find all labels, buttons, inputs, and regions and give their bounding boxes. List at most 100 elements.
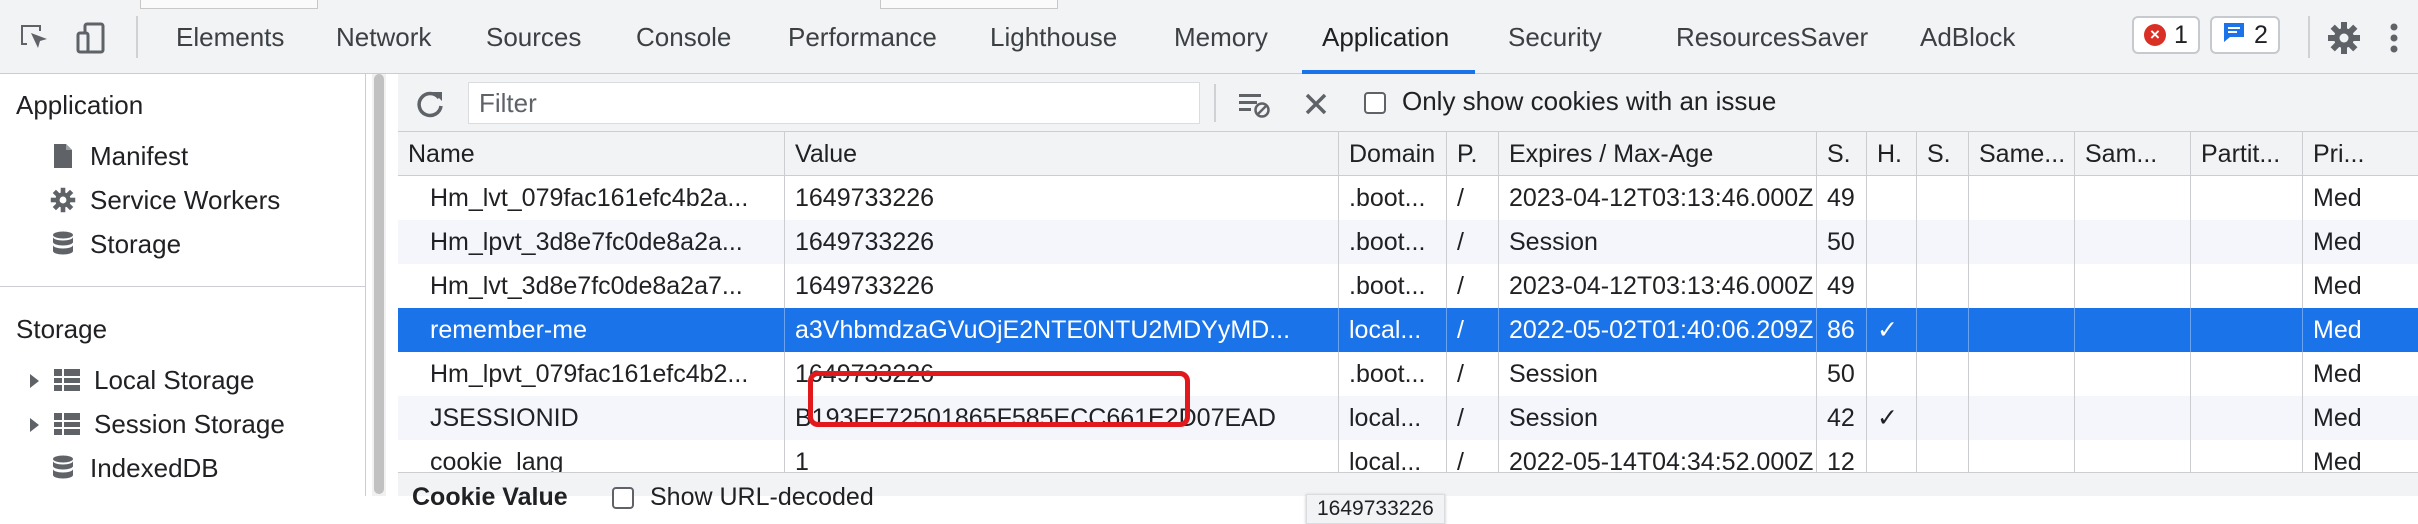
tab-security[interactable]: Security — [1508, 0, 1602, 73]
scrollbar-thumb[interactable] — [374, 74, 384, 494]
database-icon — [50, 455, 76, 481]
sidebar-item-indexeddb[interactable]: IndexedDB — [50, 448, 219, 488]
column-header-expires[interactable]: Expires / Max-Age — [1498, 132, 1816, 176]
sidebar-item-local-storage[interactable]: Local Storage — [28, 360, 254, 400]
cell-expires: Session — [1498, 220, 1816, 264]
cell-name: Hm_lpvt_3d8e7fc0de8a2a... — [430, 228, 743, 256]
cell-path: / — [1446, 220, 1498, 264]
cell-path: / — [1446, 440, 1498, 472]
cell-value: 1649733226 — [784, 352, 1338, 396]
only-issue-checkbox[interactable] — [1364, 92, 1386, 114]
column-header-http[interactable]: H. — [1866, 132, 1916, 176]
cell-value: a3VhbmdzaGVuOjE2NTE0NTU2MDYyMD... — [784, 308, 1338, 352]
tab-sources[interactable]: Sources — [486, 0, 581, 73]
table-header-row: Name Value Domain P. Expires / Max-Age S. H. S.… — [398, 132, 2418, 176]
column-header-priority[interactable]: Pri... — [2302, 132, 2418, 176]
cell-value: 1649733226 — [784, 264, 1338, 308]
cookies-toolbar: Only show cookies with an issue — [398, 74, 2418, 132]
table-row[interactable]: Hm_lvt_079fac161efc4b2a... 1649733226 .boo… — [398, 176, 2418, 220]
tab-resourcessaver[interactable]: ResourcesSaver — [1676, 0, 1868, 73]
sidebar-divider — [0, 286, 366, 287]
column-header-sameparty[interactable]: Sam... — [2074, 132, 2190, 176]
cell-size: 86 — [1816, 308, 1866, 352]
column-header-secure[interactable]: S. — [1916, 132, 1968, 176]
cell-priority: Med — [2302, 396, 2418, 440]
cell-sameparty — [2074, 440, 2190, 472]
error-count-badge[interactable]: × 1 — [2132, 16, 2200, 54]
column-header-name[interactable]: Name — [398, 132, 784, 176]
toolbar-divider — [1214, 84, 1216, 122]
cell-priority: Med — [2302, 176, 2418, 220]
column-header-path[interactable]: P. — [1446, 132, 1498, 176]
tab-memory[interactable]: Memory — [1174, 0, 1268, 73]
sidebar-item-service-workers[interactable]: Service Workers — [50, 180, 280, 220]
tab-adblock[interactable]: AdBlock — [1920, 0, 2015, 73]
show-url-decoded-label: Show URL-decoded — [650, 483, 874, 511]
cell-sameparty — [2074, 176, 2190, 220]
table-row[interactable]: Hm_lpvt_079fac161efc4b2... 1649733226 .boo… — [398, 352, 2418, 396]
sidebar-heading-storage: Storage — [16, 314, 108, 344]
tab-console[interactable]: Console — [636, 0, 731, 73]
cell-name: cookie_lang — [430, 448, 564, 472]
tab-elements[interactable]: Elements — [176, 0, 284, 73]
cell-samesite — [1968, 308, 2074, 352]
tab-performance[interactable]: Performance — [788, 0, 937, 73]
settings-gear-icon[interactable] — [2324, 18, 2364, 58]
message-count-badge[interactable]: 2 — [2210, 16, 2280, 54]
column-header-value[interactable]: Value — [784, 132, 1338, 176]
tab-network[interactable]: Network — [336, 0, 431, 73]
sidebar-item-session-storage[interactable]: Session Storage — [28, 404, 285, 444]
column-header-partition[interactable]: Partit... — [2190, 132, 2302, 176]
cookie-value-label: Cookie Value — [412, 483, 568, 511]
sidebar-item-storage[interactable]: Storage — [50, 224, 181, 264]
cell-secure — [1916, 176, 1968, 220]
cell-domain: .boot... — [1338, 220, 1446, 264]
cell-sameparty — [2074, 264, 2190, 308]
table-row[interactable]: Hm_lvt_3d8e7fc0de8a2a7... 1649733226 .boot… — [398, 264, 2418, 308]
cell-partition — [2190, 440, 2302, 472]
message-icon — [2222, 21, 2246, 50]
column-header-domain[interactable]: Domain — [1338, 132, 1446, 176]
tab-lighthouse[interactable]: Lighthouse — [990, 0, 1117, 73]
toolbar-divider — [136, 16, 138, 58]
grid-icon — [54, 411, 80, 437]
inspect-element-icon[interactable] — [14, 18, 54, 58]
cell-size: 50 — [1816, 352, 1866, 396]
device-toolbar-icon[interactable] — [72, 18, 112, 58]
column-header-size[interactable]: S. — [1816, 132, 1866, 176]
column-header-samesite[interactable]: Same... — [1968, 132, 2074, 176]
expand-triangle-icon[interactable] — [28, 365, 40, 396]
more-options-icon[interactable] — [2374, 18, 2414, 58]
show-url-decoded-checkbox[interactable] — [612, 487, 634, 509]
cell-secure — [1916, 396, 1968, 440]
cell-size: 49 — [1816, 176, 1866, 220]
cell-name: JSESSIONID — [430, 404, 579, 432]
application-sidebar: Application Manifest Service Workers Sto… — [0, 74, 366, 496]
cell-sameparty — [2074, 396, 2190, 440]
table-row[interactable]: cookie_lang 1 local.../2022-05-14T04:34:52… — [398, 440, 2418, 472]
cookies-table: Name Value Domain P. Expires / Max-Age S. H. S.… — [398, 132, 2418, 472]
only-issue-label: Only show cookies with an issue — [1402, 86, 1777, 116]
sidebar-scrollbar[interactable] — [372, 74, 386, 496]
tab-application[interactable]: Application — [1301, 0, 1476, 74]
cell-name: remember-me — [430, 316, 587, 344]
table-row[interactable]: remember-me a3VhbmdzaGVuOjE2NTE0NTU2MDYyM… — [398, 308, 2418, 352]
cell-size: 50 — [1816, 220, 1866, 264]
clear-filtered-icon[interactable] — [1236, 86, 1272, 122]
cell-samesite — [1968, 352, 2074, 396]
sidebar-item-manifest[interactable]: Manifest — [50, 136, 188, 176]
value-tooltip: 1649733226 — [1306, 494, 1445, 524]
table-row[interactable]: JSESSIONID B193FE72501865F585ECC661E2D07E… — [398, 396, 2418, 440]
refresh-icon[interactable] — [412, 86, 448, 122]
cell-size: 12 — [1816, 440, 1866, 472]
clear-all-icon[interactable] — [1298, 86, 1334, 122]
cell-secure — [1916, 352, 1968, 396]
cell-name: Hm_lvt_079fac161efc4b2a... — [430, 184, 749, 212]
grid-icon — [54, 367, 80, 393]
expand-triangle-icon[interactable] — [28, 409, 40, 440]
sidebar-item-label: IndexedDB — [90, 452, 219, 483]
filter-input[interactable] — [468, 82, 1200, 124]
cell-secure — [1916, 440, 1968, 472]
cell-name: Hm_lpvt_079fac161efc4b2... — [430, 360, 749, 388]
table-row[interactable]: Hm_lpvt_3d8e7fc0de8a2a... 1649733226 .boot… — [398, 220, 2418, 264]
